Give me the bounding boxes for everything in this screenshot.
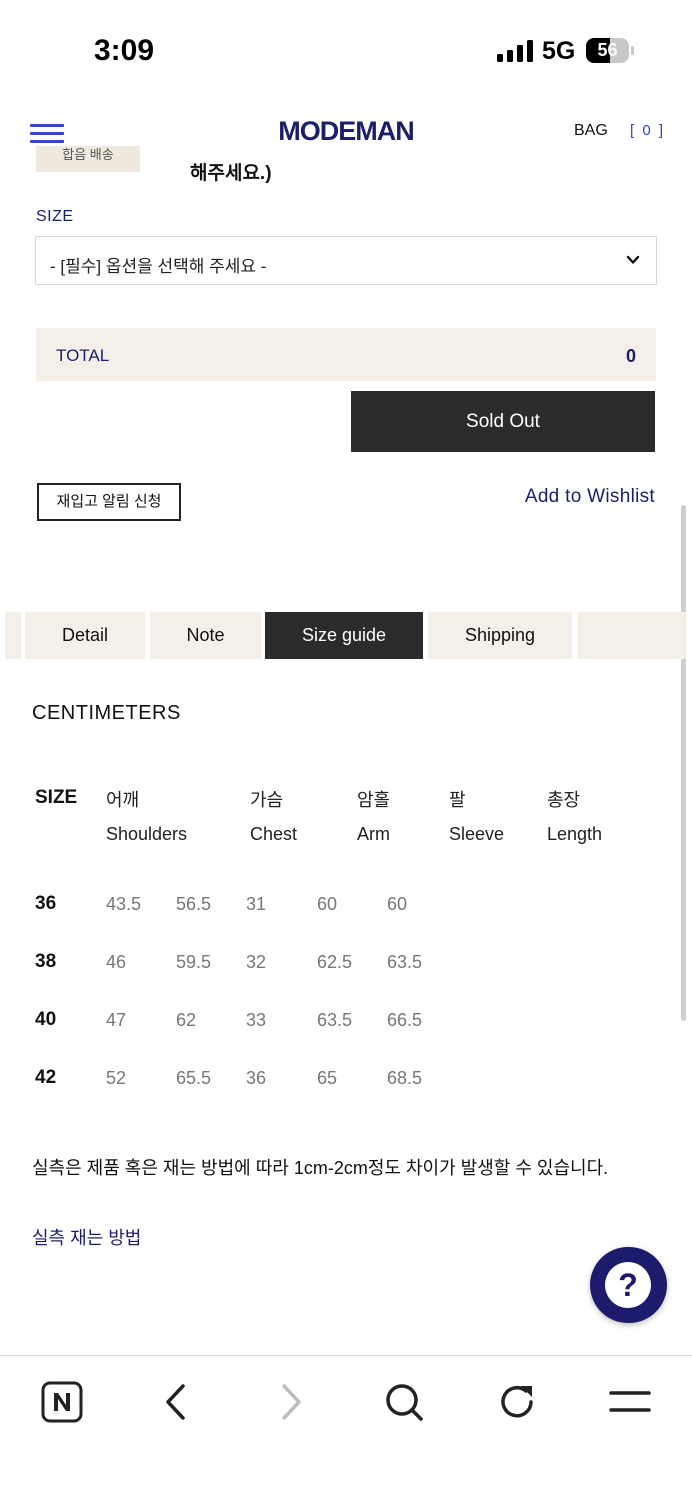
- scrollbar[interactable]: [681, 505, 686, 1021]
- forward-icon[interactable]: [268, 1380, 312, 1424]
- column-header-kr: 총장: [547, 790, 581, 810]
- sold-out-button[interactable]: Sold Out: [351, 391, 655, 452]
- column-header-kr: 암홀: [357, 790, 391, 810]
- table-cell: 59.5: [176, 952, 212, 972]
- table-cell: 33: [246, 1010, 267, 1030]
- menu-icon[interactable]: [608, 1380, 652, 1424]
- back-icon[interactable]: [155, 1380, 199, 1424]
- column-header-en: Length: [547, 824, 603, 844]
- table-cell: 32: [246, 952, 267, 972]
- table-cell: 65: [317, 1068, 338, 1088]
- column-header-en: Sleeve: [449, 824, 505, 844]
- chevron-down-icon: [626, 255, 640, 264]
- browser-toolbar: [0, 1355, 692, 1500]
- table-cell: 63.5: [317, 1010, 353, 1030]
- previous-option-chip: 합음 배송: [36, 146, 140, 172]
- tab-note[interactable]: Note: [150, 612, 261, 659]
- tab-shipping[interactable]: Shipping: [428, 612, 572, 659]
- bag-count[interactable]: [ 0 ]: [630, 122, 665, 139]
- tab-spacer-right: [578, 612, 686, 659]
- search-icon[interactable]: [382, 1380, 426, 1424]
- row-size: 42: [35, 1067, 57, 1088]
- tab-detail[interactable]: Detail: [25, 612, 145, 659]
- size-column-header: SIZE: [35, 787, 78, 808]
- size-select-value: - [필수] 옵션을 선택해 주세요 -: [50, 257, 267, 276]
- help-button[interactable]: ?: [590, 1247, 667, 1323]
- total-label: TOTAL: [56, 346, 110, 365]
- row-size: 36: [35, 893, 57, 914]
- row-size: 38: [35, 951, 57, 972]
- total-bar: TOTAL 0: [36, 328, 656, 381]
- column-header-en: Chest: [250, 824, 298, 844]
- table-cell: 60: [317, 894, 338, 914]
- column-header-en: Arm: [357, 824, 390, 844]
- table-cell: 66.5: [387, 1010, 423, 1030]
- size-select[interactable]: - [필수] 옵션을 선택해 주세요 -: [35, 236, 657, 285]
- column-header-en: Shoulders: [106, 824, 188, 844]
- table-cell: 47: [106, 1010, 127, 1030]
- table-cell: 68.5: [387, 1068, 423, 1088]
- bag-link[interactable]: BAG: [574, 122, 608, 140]
- table-cell: 63.5: [387, 952, 423, 972]
- column-header-kr: 팔: [449, 790, 466, 810]
- table-cell: 62: [176, 1010, 197, 1030]
- network-type: 5G: [542, 37, 576, 65]
- previous-option-text: 해주세요.): [190, 163, 272, 184]
- table-cell: 43.5: [106, 894, 142, 914]
- unit-title: CENTIMETERS: [32, 702, 181, 724]
- column-header-kr: 가슴: [250, 790, 284, 810]
- table-cell: 62.5: [317, 952, 353, 972]
- table-cell: 36: [246, 1068, 267, 1088]
- restock-alert-button[interactable]: 재입고 알림 신청: [37, 483, 181, 521]
- table-cell: 56.5: [176, 894, 212, 914]
- column-header-kr: 어깨: [106, 790, 140, 810]
- size-option-label: SIZE: [36, 208, 74, 225]
- naver-icon[interactable]: [40, 1380, 84, 1424]
- table-cell: 60: [387, 894, 408, 914]
- add-to-wishlist-link[interactable]: Add to Wishlist: [525, 486, 655, 508]
- tab-spacer-left: [5, 612, 21, 659]
- table-cell: 52: [106, 1068, 127, 1088]
- reload-icon[interactable]: [495, 1380, 539, 1424]
- total-value: 0: [625, 346, 636, 366]
- battery-icon: 56: [586, 38, 634, 63]
- product-tabs: Detail Note Size guide Shipping: [0, 612, 692, 659]
- row-size: 40: [35, 1009, 57, 1030]
- status-time: 3:09: [94, 34, 155, 67]
- battery-level: 56: [597, 40, 618, 60]
- question-icon: ?: [605, 1262, 651, 1308]
- table-cell: 65.5: [176, 1068, 212, 1088]
- status-bar: 3:09 5G 56: [0, 0, 692, 100]
- tab-size-guide[interactable]: Size guide: [265, 612, 423, 659]
- signal-icon: [497, 40, 533, 62]
- measure-method-link[interactable]: 실측 재는 방법: [32, 1224, 141, 1250]
- table-cell: 46: [106, 952, 127, 972]
- table-cell: 31: [246, 894, 267, 914]
- measurement-note: 실측은 제품 혹은 재는 방법에 따라 1cm-2cm정도 차이가 발생할 수 …: [32, 1158, 609, 1178]
